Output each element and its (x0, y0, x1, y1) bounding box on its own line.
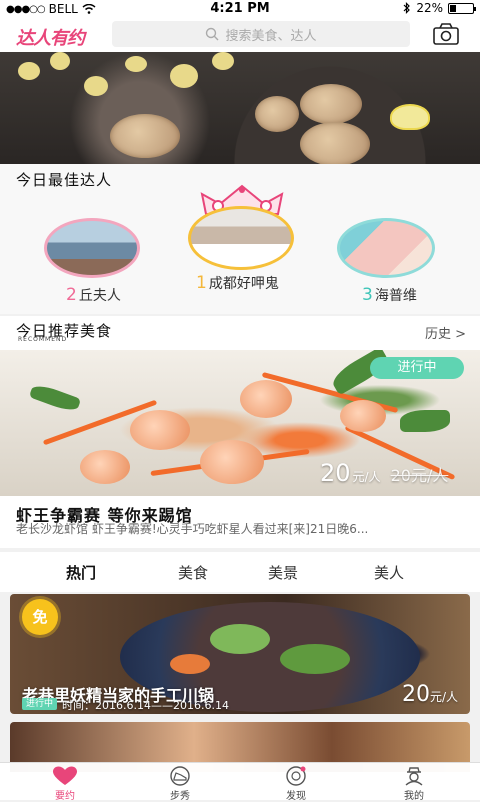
recommend-subtitle: RECOMMEND (18, 336, 68, 343)
tabbar-item-discover[interactable]: 发现 (266, 766, 326, 802)
talent-avatar-1[interactable] (188, 206, 294, 270)
talent-rank-3: 3 (362, 285, 373, 305)
category-tabs: 热门 美食 美景 美人 (0, 552, 480, 592)
tabbar-label: 我的 (404, 791, 424, 802)
recommend-food-description: 老长沙龙虾馆 虾王争霸赛!心灵手巧吃虾星人看过来[来]21日晚6... (16, 522, 369, 536)
tab-scenery[interactable]: 美景 (268, 562, 298, 583)
talent-avatar-2[interactable] (44, 218, 140, 278)
bottom-tab-bar: 要约 步秀 发现 我的 (0, 762, 480, 802)
original-price: 20元/人 (390, 466, 449, 485)
tabbar-label: 步秀 (170, 791, 190, 802)
event-card[interactable]: 免 老巷里妖精当家的手工川锅 进行中 时间：2016.6.14——2016.6.… (10, 594, 470, 714)
bluetooth-icon (403, 2, 411, 14)
app-logo: 达人有约 (16, 28, 85, 49)
talent-name-3[interactable]: 3 海普维 (362, 285, 417, 305)
tab-people[interactable]: 美人 (374, 562, 404, 583)
event-price: 20元/人 (402, 682, 458, 707)
heart-icon (53, 766, 77, 785)
talent-avatar-3[interactable] (337, 218, 435, 278)
event-price-unit: 元/人 (429, 690, 458, 704)
talent-label: 丘夫人 (78, 288, 121, 304)
event-status-badge: 进行中 (22, 698, 58, 710)
price-value: 20 (320, 459, 351, 487)
status-badge: 进行中 (370, 357, 464, 379)
top-talents-title: 今日最佳达人 (16, 171, 113, 189)
search-input[interactable]: 搜索美食、达人 (112, 21, 410, 47)
status-bar: ●●●○○ BELL 4:21 PM 22% (0, 0, 480, 18)
price-unit: 元/人 (352, 470, 381, 484)
tabbar-label: 发现 (286, 791, 306, 802)
tabbar-item-mine[interactable]: 我的 (384, 766, 444, 802)
search-icon (206, 27, 219, 41)
tabbar-item-yaoyue[interactable]: 要约 (35, 766, 95, 802)
talent-rank-2: 2 (66, 285, 77, 305)
search-placeholder: 搜索美食、达人 (225, 28, 317, 44)
talent-rank-1: 1 (196, 273, 207, 293)
tabbar-label: 要约 (55, 791, 75, 802)
event-time: 时间：2016.6.14——2016.6.14 (62, 699, 229, 712)
shoe-icon (170, 766, 190, 786)
user-icon (405, 767, 423, 786)
history-link[interactable]: 历史 > (425, 323, 466, 342)
battery-label: 22% (416, 1, 443, 15)
top-bar: 达人有约 搜索美食、达人 (0, 18, 480, 52)
talent-name-1[interactable]: 1 成都好呷鬼 (196, 273, 279, 293)
free-badge: 免 (22, 599, 58, 635)
event-price-value: 20 (401, 682, 430, 707)
discover-icon (286, 766, 306, 786)
talent-name-2[interactable]: 2 丘夫人 (66, 285, 121, 305)
battery-icon (448, 2, 476, 14)
camera-icon[interactable] (432, 22, 460, 46)
tab-food[interactable]: 美食 (178, 562, 208, 583)
tabbar-item-buxiu[interactable]: 步秀 (150, 766, 210, 802)
talent-label: 海普维 (374, 288, 417, 304)
talent-label: 成都好呷鬼 (208, 276, 279, 292)
recommend-price: 20 元/人 20元/人 (320, 459, 448, 487)
lemon-slice (390, 104, 430, 130)
banner-carousel[interactable] (0, 52, 480, 164)
tab-hot[interactable]: 热门 (66, 562, 96, 583)
